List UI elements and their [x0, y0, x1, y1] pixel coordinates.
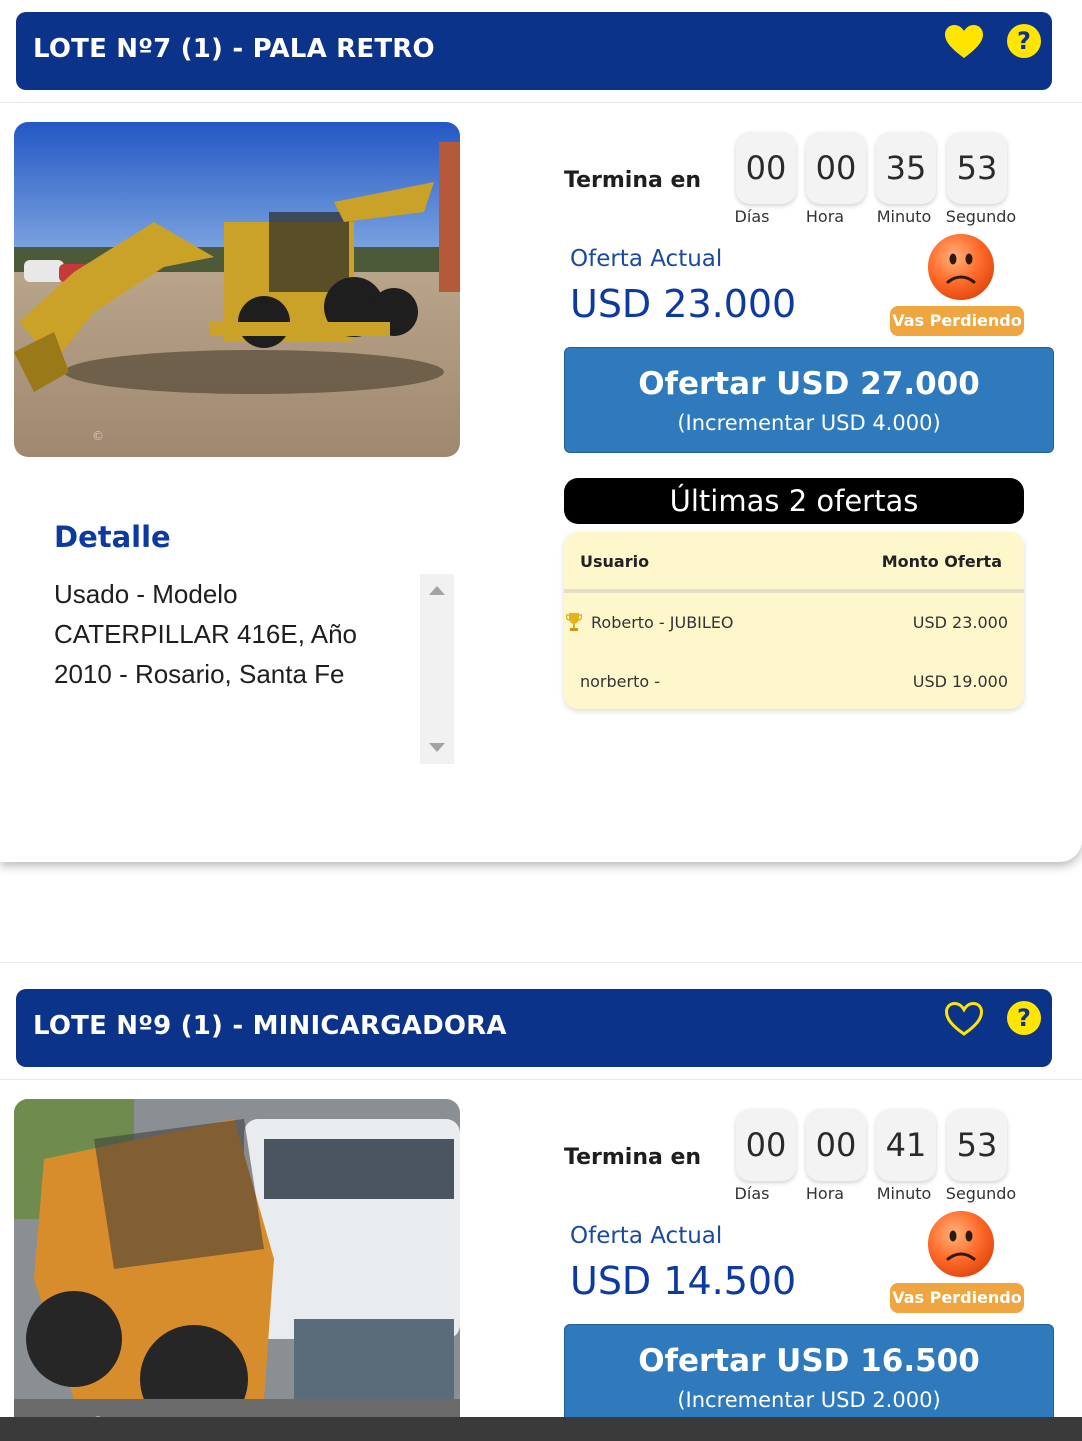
divider	[0, 102, 1082, 103]
table-row-amount: USD 23.000	[912, 613, 1008, 632]
photo-watermark: ©	[92, 429, 104, 443]
table-row-user: Roberto - JUBILEO	[591, 613, 734, 632]
scroll-up-arrow-icon[interactable]	[429, 586, 445, 595]
lot-title: LOTE Nº7 (1) - PALA RETRO	[33, 34, 435, 64]
favorite-heart-icon[interactable]	[944, 24, 984, 60]
help-icon[interactable]: ?	[1007, 24, 1041, 58]
status-badge: Vas Perdiendo	[890, 306, 1024, 336]
status-badge: Vas Perdiendo	[890, 1283, 1024, 1313]
lot-photo[interactable]: ©	[14, 122, 460, 457]
lot-header: LOTE Nº9 (1) - MINICARGADORA ?	[16, 989, 1052, 1067]
countdown-seconds-label: Segundo	[945, 207, 1017, 226]
detail-title: Detalle	[54, 520, 171, 554]
divider	[0, 1079, 1082, 1080]
table-header-amount: Monto Oferta	[881, 552, 1002, 571]
offers-table: Usuario Monto Oferta Roberto - JUBILEO U…	[564, 532, 1024, 709]
table-row-amount: USD 19.000	[912, 672, 1008, 691]
countdown-hours: 00	[806, 1109, 866, 1181]
countdown-seconds: 53	[947, 132, 1007, 204]
help-icon[interactable]: ?	[1007, 1001, 1041, 1035]
trophy-icon	[565, 612, 583, 632]
lot-card: LOTE Nº9 (1) - MINICARGADORA ? © Termina…	[0, 962, 1082, 1441]
table-row-user: norberto -	[580, 672, 661, 691]
countdown-hours-label: Hora	[805, 207, 845, 226]
bid-button-increment: (Incrementar USD 4.000)	[677, 411, 941, 435]
ends-in-label: Termina en	[564, 168, 702, 193]
countdown-hours-label: Hora	[805, 1184, 845, 1203]
favorite-heart-outline-icon[interactable]	[944, 1001, 984, 1037]
countdown-minutes: 35	[876, 132, 936, 204]
countdown-hours: 00	[806, 132, 866, 204]
table-header-user: Usuario	[580, 552, 650, 571]
place-bid-button[interactable]: Ofertar USD 27.000 (Incrementar USD 4.00…	[564, 347, 1054, 453]
countdown-minutes: 41	[876, 1109, 936, 1181]
lot-header: LOTE Nº7 (1) - PALA RETRO ?	[16, 12, 1052, 90]
current-offer-label: Oferta Actual	[570, 1223, 723, 1249]
countdown-days: 00	[736, 1109, 796, 1181]
table-header-divider	[564, 589, 1024, 593]
detail-text: Usado - Modelo CATERPILLAR 416E, Año 201…	[54, 579, 358, 689]
bid-button-amount: Ofertar USD 16.500	[638, 1343, 980, 1379]
last-offers-title: Últimas 2 ofertas	[564, 478, 1024, 524]
sad-face-icon	[924, 230, 998, 304]
sad-face-icon	[924, 1207, 998, 1281]
countdown-seconds: 53	[947, 1109, 1007, 1181]
countdown-seconds-label: Segundo	[945, 1184, 1017, 1203]
bid-button-increment: (Incrementar USD 2.000)	[677, 1388, 941, 1412]
bottom-bar	[0, 1417, 1082, 1441]
ends-in-label: Termina en	[564, 1145, 702, 1170]
scroll-down-arrow-icon[interactable]	[429, 743, 445, 752]
countdown-days: 00	[736, 132, 796, 204]
current-offer-value: USD 14.500	[570, 1259, 797, 1303]
current-offer-label: Oferta Actual	[570, 246, 723, 272]
lot-card: LOTE Nº7 (1) - PALA RETRO ? © Termina en…	[0, 0, 1082, 862]
bid-button-amount: Ofertar USD 27.000	[638, 366, 980, 402]
lot-title: LOTE Nº9 (1) - MINICARGADORA	[33, 1011, 507, 1041]
current-offer-value: USD 23.000	[570, 282, 797, 326]
lot-photo[interactable]: ©	[14, 1099, 460, 1441]
detail-scrollbar[interactable]	[420, 574, 454, 764]
